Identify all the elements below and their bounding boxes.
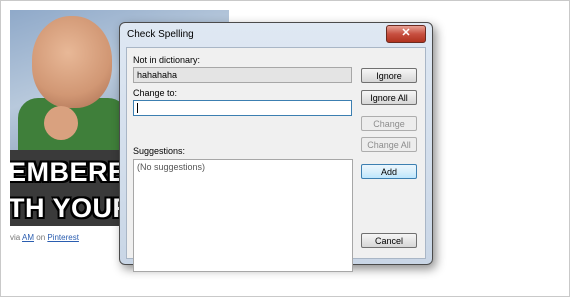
screenshot-frame: EMBERED T TH YOUR S via AM on Pinterest … bbox=[0, 0, 570, 297]
change-to-label: Change to: bbox=[133, 88, 178, 98]
dialog-client-area: Not in dictionary: hahahaha Change to: S… bbox=[126, 47, 426, 272]
ignore-all-button[interactable]: Ignore All bbox=[361, 90, 417, 105]
change-to-input[interactable] bbox=[133, 100, 352, 116]
credit-on-text: on bbox=[34, 233, 48, 242]
dialog-title: Check Spelling bbox=[127, 29, 194, 40]
text-caret bbox=[137, 103, 138, 113]
credit-site-link[interactable]: Pinterest bbox=[47, 233, 79, 242]
image-credit: via AM on Pinterest bbox=[10, 233, 79, 242]
ignore-button[interactable]: Ignore bbox=[361, 68, 417, 83]
change-all-button[interactable]: Change All bbox=[361, 137, 417, 152]
meme-baby-fist bbox=[44, 106, 78, 140]
close-icon: ✕ bbox=[401, 27, 411, 39]
not-in-dictionary-field: hahahaha bbox=[133, 67, 352, 83]
suggestions-label: Suggestions: bbox=[133, 146, 186, 156]
credit-via-text: via bbox=[10, 233, 23, 242]
add-button[interactable]: Add bbox=[361, 164, 417, 179]
not-in-dictionary-label: Not in dictionary: bbox=[133, 55, 201, 65]
dialog-titlebar[interactable]: Check Spelling ✕ bbox=[120, 23, 432, 45]
suggestions-list[interactable]: (No suggestions) bbox=[133, 159, 353, 272]
cancel-button[interactable]: Cancel bbox=[361, 233, 417, 248]
credit-user-link[interactable]: AM bbox=[22, 233, 34, 242]
suggestions-placeholder: (No suggestions) bbox=[137, 162, 206, 172]
change-button[interactable]: Change bbox=[361, 116, 417, 131]
meme-baby-face bbox=[32, 16, 112, 108]
check-spelling-dialog: Check Spelling ✕ Not in dictionary: haha… bbox=[119, 22, 433, 272]
close-button[interactable]: ✕ bbox=[386, 25, 426, 43]
